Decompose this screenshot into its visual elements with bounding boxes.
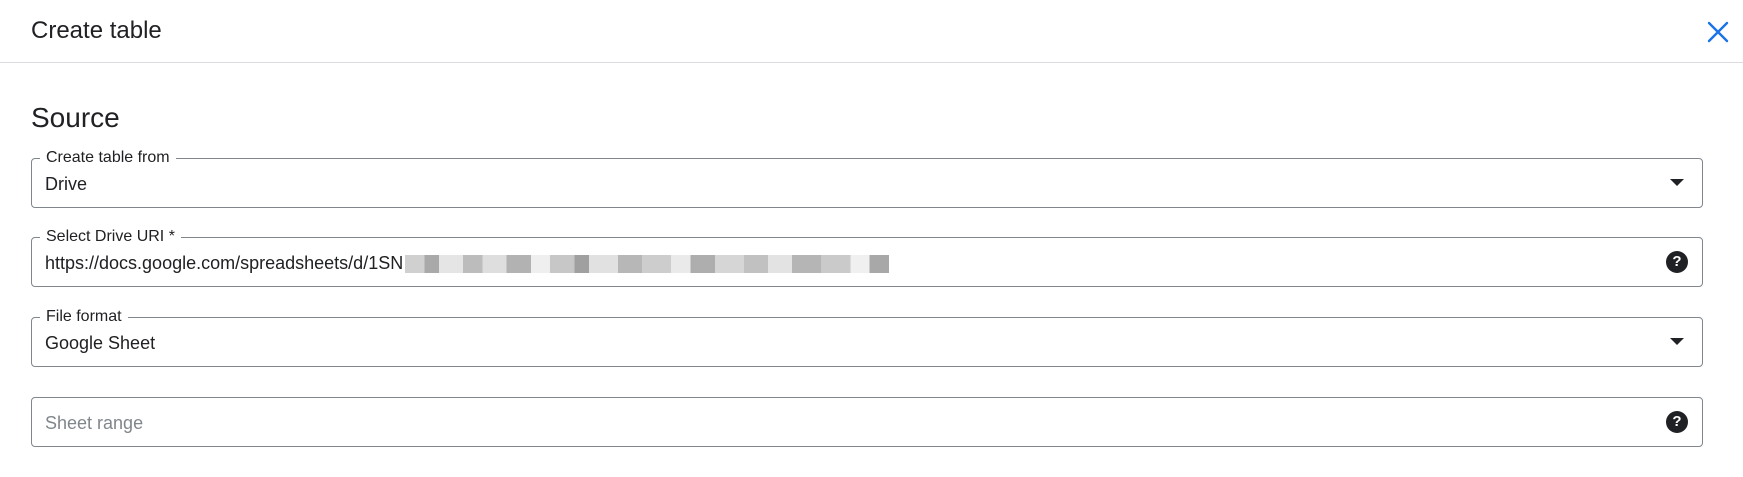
drive-uri-value: https://docs.google.com/spreadsheets/d/1…	[45, 253, 404, 273]
create-table-from-value: Drive	[45, 174, 88, 194]
close-button[interactable]	[1700, 14, 1736, 50]
sheet-range-input[interactable]: Sheet range ?	[31, 397, 1703, 447]
file-format-select[interactable]: File format Google Sheet	[31, 308, 1703, 367]
file-format-label: File format	[40, 308, 128, 326]
file-format-value: Google Sheet	[45, 333, 156, 353]
drive-uri-value-wrap: https://docs.google.com/spreadsheets/d/1…	[45, 252, 890, 274]
dropdown-arrow-icon[interactable]	[1670, 338, 1684, 345]
create-table-from-select[interactable]: Create table from Drive	[31, 149, 1703, 208]
drive-uri-label: Select Drive URI *	[40, 228, 181, 246]
close-icon	[1707, 21, 1729, 43]
dialog-title: Create table	[31, 17, 162, 44]
dialog-header: Create table	[0, 0, 1743, 63]
help-icon[interactable]: ?	[1666, 251, 1688, 273]
dropdown-arrow-icon[interactable]	[1670, 179, 1684, 186]
create-table-from-label: Create table from	[40, 149, 176, 167]
section-title-source: Source	[31, 102, 120, 133]
help-icon[interactable]: ?	[1666, 411, 1688, 433]
redacted-block	[405, 255, 890, 274]
drive-uri-input[interactable]: Select Drive URI * https://docs.google.c…	[31, 228, 1703, 287]
sheet-range-placeholder: Sheet range	[45, 413, 144, 433]
